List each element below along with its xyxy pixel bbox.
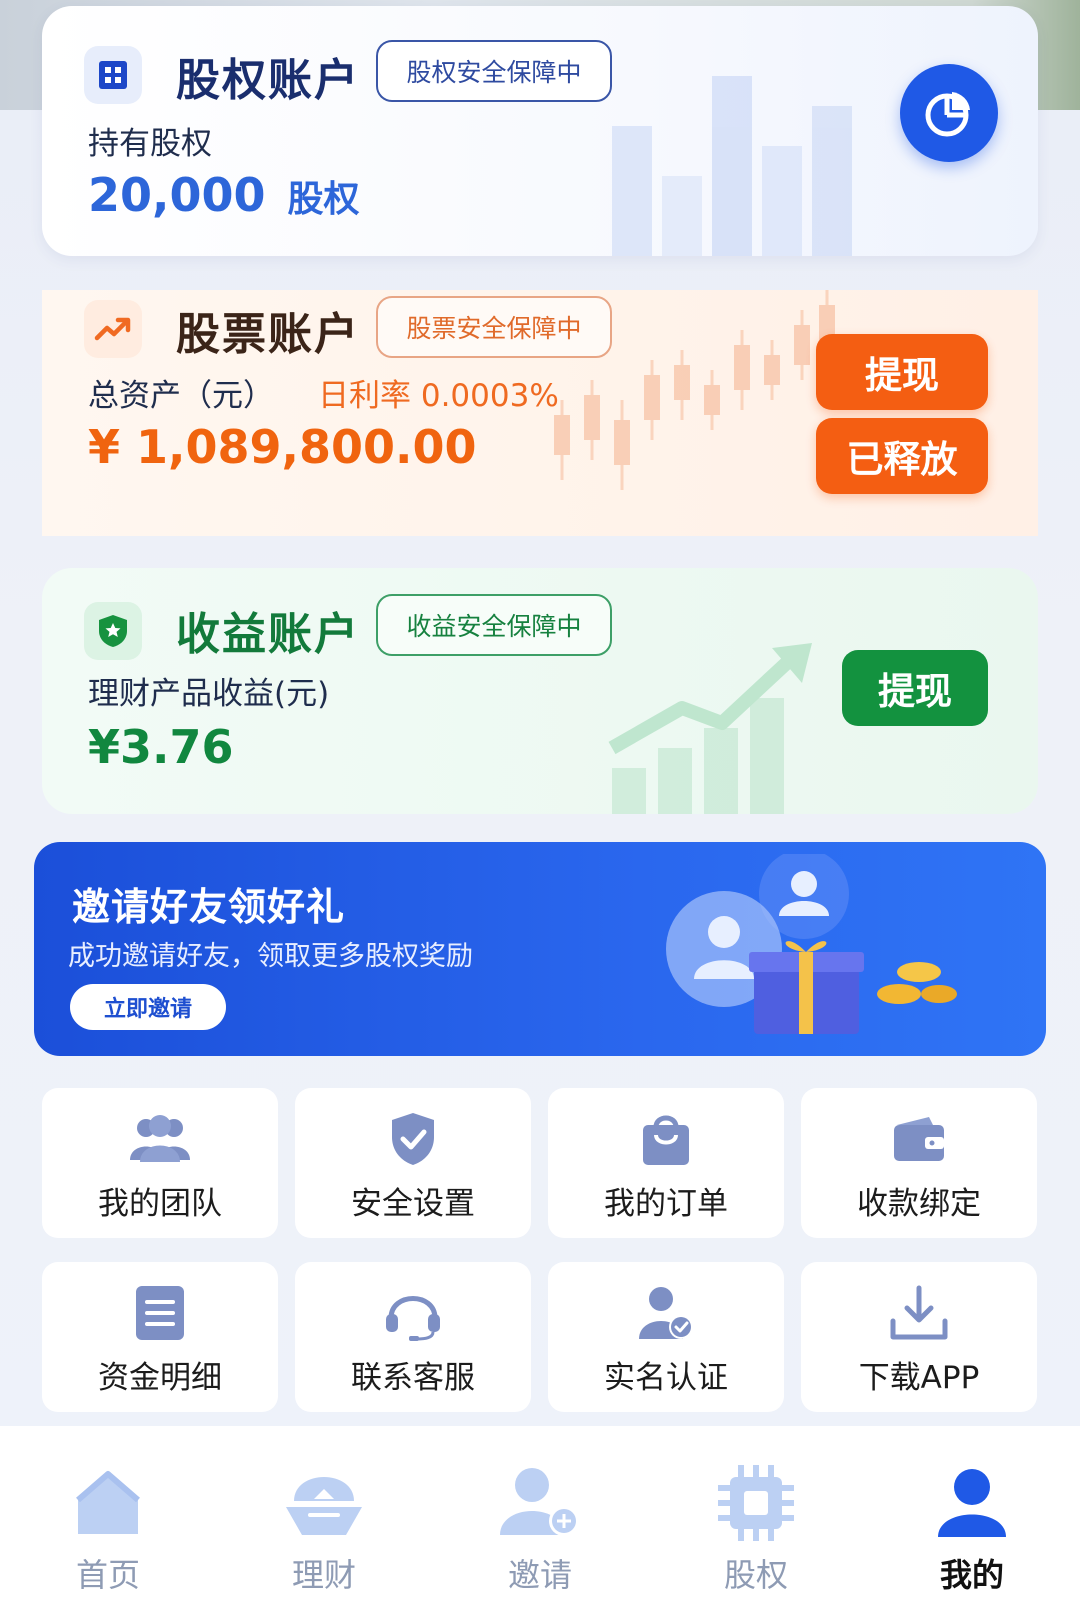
invite-banner-title: 邀请好友领好礼: [72, 885, 346, 929]
total-assets-value: ¥ 1,089,800.00: [88, 420, 477, 474]
tab-label: 首页: [75, 1556, 140, 1594]
invite-banner-subtitle: 成功邀请好友，领取更多股权奖励: [68, 941, 473, 972]
stock-account-title: 股票账户: [176, 309, 360, 360]
stock-account-card[interactable]: 股票账户 股票安全保障中 总资产（元） 日利率 0.0003% ¥ 1,089,…: [42, 290, 1038, 536]
equity-amount: 20,000: [88, 168, 266, 222]
income-withdraw-button[interactable]: 提现: [842, 650, 988, 726]
download-icon: [889, 1284, 949, 1342]
document-list-icon: [134, 1284, 186, 1342]
tab-label: 理财: [291, 1556, 356, 1594]
menu-item-customer-service[interactable]: 联系客服: [295, 1262, 531, 1412]
menu-item-label: 我的订单: [604, 1186, 728, 1222]
income-security-badge: 收益安全保障中: [376, 594, 612, 656]
user-verified-icon: [637, 1284, 695, 1342]
invite-now-button[interactable]: 立即邀请: [70, 984, 226, 1030]
shield-star-icon: [84, 602, 142, 660]
stock-withdraw-button[interactable]: 提现: [816, 334, 988, 410]
building-icon: [84, 46, 142, 104]
pie-chart-icon: [925, 92, 970, 137]
tab-label: 邀请: [507, 1556, 572, 1594]
team-icon: [128, 1110, 192, 1168]
tab-finance[interactable]: 理财: [216, 1426, 432, 1618]
equity-holding-value: 20,000 股权: [88, 168, 360, 222]
shield-check-icon: [389, 1110, 437, 1168]
gift-illustration: [664, 849, 984, 1048]
wallet-icon: [891, 1110, 947, 1168]
income-label: 理财产品收益(元): [88, 676, 330, 712]
stock-security-badge: 股票安全保障中: [376, 296, 612, 358]
income-account-title: 收益账户: [176, 609, 360, 660]
menu-item-security-settings[interactable]: 安全设置: [295, 1088, 531, 1238]
daily-rate: 日利率 0.0003%: [318, 378, 559, 414]
total-assets-label: 总资产（元）: [88, 378, 274, 414]
shopping-bag-icon: [640, 1110, 692, 1168]
menu-item-real-name-verification[interactable]: 实名认证: [548, 1262, 784, 1412]
bar-chart-decoration: [602, 66, 882, 256]
menu-item-my-team[interactable]: 我的团队: [42, 1088, 278, 1238]
profile-icon: [934, 1460, 1010, 1546]
growth-chart-decoration: [602, 638, 842, 814]
headset-icon: [383, 1284, 443, 1342]
menu-item-label: 联系客服: [351, 1360, 475, 1396]
menu-item-label: 下载APP: [858, 1360, 980, 1396]
menu-item-label: 安全设置: [351, 1186, 475, 1222]
tab-label: 股权: [723, 1556, 788, 1594]
tab-label: 我的: [939, 1556, 1004, 1594]
trend-up-icon: [84, 300, 142, 358]
equity-security-badge: 股权安全保障中: [376, 40, 612, 102]
chip-icon: [716, 1460, 796, 1546]
equity-unit: 股权: [287, 179, 360, 220]
tab-home[interactable]: 首页: [0, 1426, 216, 1618]
menu-item-label: 我的团队: [98, 1186, 222, 1222]
equity-account-card[interactable]: 股权账户 股权安全保障中 持有股权 20,000 股权: [42, 6, 1038, 256]
add-user-icon: [498, 1460, 582, 1546]
tab-invite[interactable]: 邀请: [432, 1426, 648, 1618]
equity-account-title: 股权账户: [176, 55, 360, 106]
menu-item-my-orders[interactable]: 我的订单: [548, 1088, 784, 1238]
equity-holding-label: 持有股权: [88, 126, 212, 162]
income-account-card[interactable]: 收益账户 收益安全保障中 理财产品收益(元) ¥3.76 提现: [42, 568, 1038, 814]
menu-item-download-app[interactable]: 下载APP: [801, 1262, 1037, 1412]
income-value: ¥3.76: [88, 720, 234, 774]
home-icon: [72, 1460, 144, 1546]
menu-item-payment-binding[interactable]: 收款绑定: [801, 1088, 1037, 1238]
pie-chart-button[interactable]: [900, 64, 998, 162]
menu-item-label: 实名认证: [604, 1360, 728, 1396]
tab-profile[interactable]: 我的: [864, 1426, 1080, 1618]
invite-banner[interactable]: 邀请好友领好礼 成功邀请好友，领取更多股权奖励 立即邀请: [34, 842, 1046, 1056]
tab-equity[interactable]: 股权: [648, 1426, 864, 1618]
released-button[interactable]: 已释放: [816, 418, 988, 494]
menu-item-fund-details[interactable]: 资金明细: [42, 1262, 278, 1412]
finance-icon: [284, 1460, 364, 1546]
menu-item-label: 收款绑定: [857, 1186, 981, 1222]
menu-item-label: 资金明细: [98, 1360, 222, 1396]
bottom-tab-bar: 首页 理财 邀请 股权 我的: [0, 1426, 1080, 1618]
